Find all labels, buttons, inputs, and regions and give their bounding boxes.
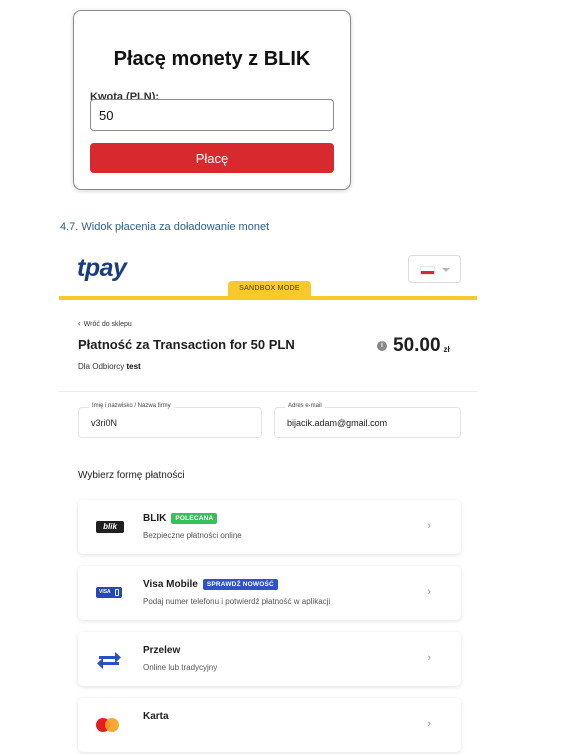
blik-form-title: Płacę monety z BLIK: [113, 48, 311, 70]
pay-button[interactable]: Płacę: [90, 143, 334, 173]
visa-mobile-icon: VISA: [96, 584, 124, 602]
method-visa-mobile[interactable]: VISA Visa Mobile SPRAWDŹ NOWOŚĆ Podaj nu…: [78, 566, 461, 620]
recommended-badge: POLECANA: [171, 513, 218, 524]
method-card[interactable]: Karta ›: [78, 698, 461, 752]
transfer-arrows-icon: [96, 650, 124, 669]
payment-methods-title: Wybierz formę płatności: [78, 470, 185, 481]
payment-amount: i 50.00 zł: [377, 334, 450, 358]
method-description: Podaj numer telefonu i potwierdź płatnoś…: [143, 597, 331, 606]
recipient-prefix: Dla Odbiorcy: [78, 362, 125, 371]
method-description: Bezpieczne płatności online: [143, 531, 242, 540]
recipient-name: test: [126, 362, 141, 371]
mastercard-icon: [96, 716, 124, 734]
payment-title: Płatność za Transaction for 50 PLN: [78, 337, 295, 352]
chevron-down-icon: [442, 268, 450, 272]
email-input[interactable]: [287, 418, 447, 428]
name-field[interactable]: Imię i nazwisko / Nazwa firmy: [78, 403, 262, 438]
language-select[interactable]: [408, 255, 461, 283]
amount-input[interactable]: [90, 99, 334, 131]
amount-currency: zł: [443, 344, 450, 354]
chevron-right-icon: ›: [427, 586, 431, 598]
method-name: Karta: [143, 711, 169, 722]
name-field-label: Imię i nazwisko / Nazwa firmy: [89, 403, 174, 409]
info-icon[interactable]: i: [377, 341, 387, 351]
method-name: Visa Mobile SPRAWDŹ NOWOŚĆ: [143, 579, 278, 590]
chevron-right-icon: ›: [427, 652, 431, 664]
chevron-right-icon: ›: [427, 718, 431, 730]
method-description: Online lub tradycyjny: [143, 663, 218, 672]
figure-caption: 4.7. Widok płacenia za doładowanie monet: [60, 221, 270, 233]
sandbox-mode-badge: SANDBOX MODE: [228, 281, 311, 296]
chevron-right-icon: ›: [427, 520, 431, 532]
new-feature-badge: SPRAWDŹ NOWOŚĆ: [202, 579, 278, 590]
method-name: Przelew: [143, 645, 181, 656]
recipient-line: Dla Odbiorcy test: [78, 362, 141, 371]
email-field[interactable]: Adres e-mail: [274, 403, 461, 438]
chevron-left-icon: ‹: [78, 319, 81, 328]
blik-logo-icon: blik: [96, 518, 124, 536]
blik-payment-card: Płacę monety z BLIK Kwota (PLN): Płacę: [73, 10, 351, 190]
flag-pl-icon: [420, 266, 435, 275]
back-to-shop-link[interactable]: ‹ Wróć do sklepu: [78, 319, 132, 328]
amount-value: 50.00: [393, 335, 441, 356]
method-transfer[interactable]: Przelew Online lub tradycyjny ›: [78, 632, 461, 686]
tpay-logo: tpay: [77, 254, 127, 282]
email-field-label: Adres e-mail: [285, 403, 325, 409]
back-link-label: Wróć do sklepu: [83, 321, 132, 328]
sandbox-bar: [59, 296, 477, 300]
method-name: BLIK POLECANA: [143, 513, 218, 524]
divider: [59, 391, 477, 392]
method-blik[interactable]: blik BLIK POLECANA Bezpieczne płatności …: [78, 500, 461, 554]
name-input[interactable]: [91, 418, 251, 428]
